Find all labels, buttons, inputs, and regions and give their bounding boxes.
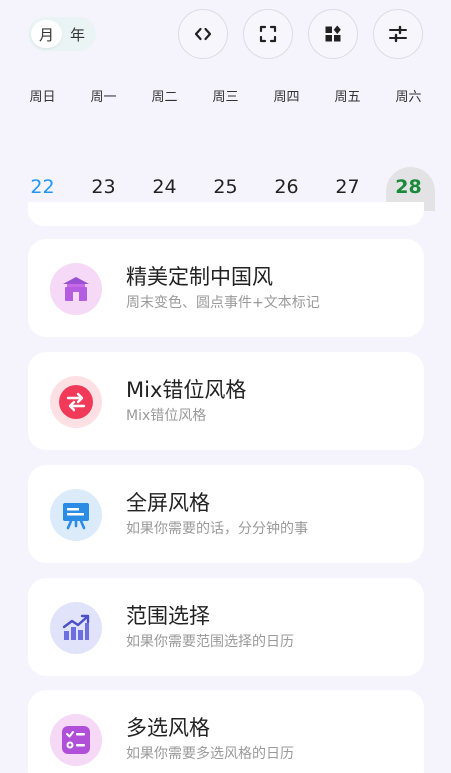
checklist-icon (50, 714, 102, 766)
sliders-icon (389, 25, 407, 43)
date-cell-today[interactable]: 22 (12, 165, 73, 205)
weekday-label: 周三 (212, 90, 239, 105)
chinese-pavilion-icon (50, 263, 102, 315)
style-card-chinese[interactable]: 精美定制中国风 周末变色、圆点事件+文本标记 (28, 239, 424, 337)
trend-chart-icon (50, 602, 102, 654)
card-title: Mix错位风格 (126, 378, 247, 402)
presentation-board-icon (50, 489, 102, 541)
widgets-button[interactable] (308, 9, 358, 59)
year-toggle-option[interactable]: 年 (62, 20, 93, 48)
code-icon (194, 27, 212, 41)
weekday-label: 周四 (273, 90, 300, 105)
fullscreen-button[interactable] (243, 9, 293, 59)
style-card-fullscreen[interactable]: 全屏风格 如果你需要的话，分分钟的事 (28, 465, 424, 563)
card-subtitle: 如果你需要多选风格的日历 (126, 746, 294, 762)
card-title: 范围选择 (126, 604, 210, 628)
code-button[interactable] (178, 9, 228, 59)
weekday-label: 周六 (395, 90, 422, 105)
month-year-toggle: 月 年 (28, 17, 96, 51)
card-title: 多选风格 (126, 716, 210, 740)
style-card-mix[interactable]: Mix错位风格 Mix错位风格 (28, 352, 424, 450)
date-cell[interactable]: 24 (134, 165, 195, 205)
date-cell[interactable]: 25 (195, 165, 256, 205)
style-card-multiselect[interactable]: 多选风格 如果你需要多选风格的日历 (28, 690, 424, 773)
card-subtitle: 如果你需要范围选择的日历 (126, 634, 294, 650)
widgets-icon (325, 25, 341, 42)
style-card-range[interactable]: 范围选择 如果你需要范围选择的日历 (28, 578, 424, 676)
card-subtitle: Mix错位风格 (126, 408, 207, 424)
date-cell[interactable]: 26 (256, 165, 317, 205)
weekday-label: 周一 (90, 90, 117, 105)
weekday-label: 周五 (334, 90, 361, 105)
card-subtitle: 周末变色、圆点事件+文本标记 (126, 295, 320, 311)
card-title: 精美定制中国风 (126, 265, 273, 289)
date-cell-selected[interactable]: 28 (378, 165, 439, 211)
weekday-header: 周日 周一 周二 周三 周四 周五 周六 (12, 86, 439, 105)
swap-arrows-icon (50, 376, 102, 428)
card-title: 全屏风格 (126, 491, 210, 515)
settings-sliders-button[interactable] (373, 9, 423, 59)
card-subtitle: 如果你需要的话，分分钟的事 (126, 521, 308, 537)
month-toggle-option[interactable]: 月 (31, 20, 62, 48)
week-date-row: 22 23 24 25 26 27 28 (12, 165, 439, 211)
fullscreen-icon (259, 25, 277, 43)
date-cell[interactable]: 27 (317, 165, 378, 205)
top-toolbar: 月 年 (0, 0, 451, 70)
weekday-label: 周日 (29, 90, 56, 105)
calendar-panel-edge (28, 202, 424, 226)
weekday-label: 周二 (151, 90, 178, 105)
date-cell[interactable]: 23 (73, 165, 134, 205)
